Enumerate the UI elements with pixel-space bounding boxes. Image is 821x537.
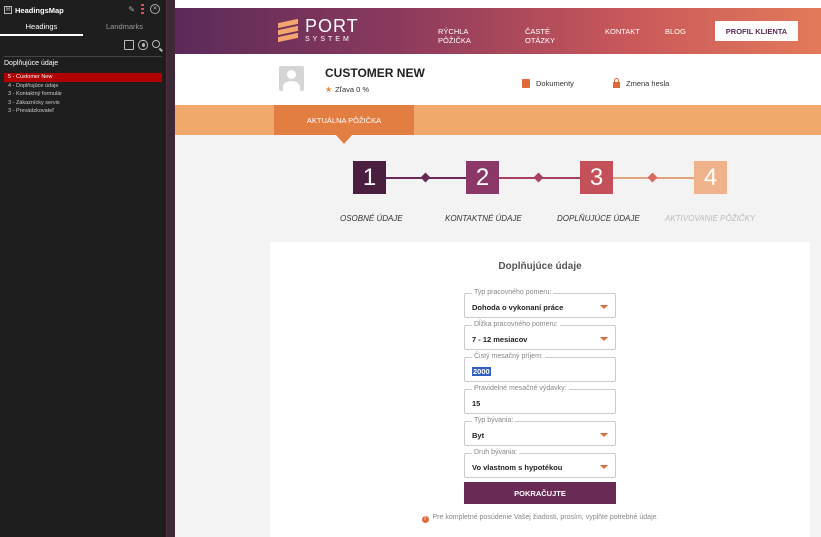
pin-icon[interactable]: ✎ bbox=[128, 5, 135, 14]
step-number-3: 3 bbox=[580, 161, 613, 194]
step-connector-dot bbox=[647, 172, 658, 183]
sidebar-tabs: Headings Landmarks bbox=[0, 20, 166, 36]
field-label: Dĺžka pracovného pomeru: bbox=[472, 321, 560, 329]
tab-headings[interactable]: Headings bbox=[0, 20, 83, 36]
caret-down-icon bbox=[600, 465, 608, 469]
field-value: 15 bbox=[472, 399, 481, 408]
nav-link-quick-loan[interactable]: RÝCHLA PÔŽIČKA bbox=[438, 27, 471, 45]
brand-name: PORT bbox=[305, 16, 359, 36]
field-value: 7 - 12 mesiacov bbox=[472, 335, 528, 344]
tab-landmarks[interactable]: Landmarks bbox=[83, 20, 166, 36]
nav-link-blog[interactable]: BLOG bbox=[665, 27, 686, 36]
field-value: Byt bbox=[472, 431, 485, 440]
housing-type-select[interactable]: Typ bývania: Byt bbox=[464, 417, 616, 446]
change-password-link[interactable]: Zmena hesla bbox=[613, 78, 670, 88]
monthly-expenses-input[interactable]: Pravidelné mesačné výdavky: 15 bbox=[464, 385, 616, 414]
step-connector-dot bbox=[533, 172, 544, 183]
field-label: Čistý mesačný príjem: bbox=[472, 353, 545, 361]
form-note-text: Pre kompletné posúdenie Vašej žiadosti, … bbox=[432, 514, 659, 521]
nav-link-contact[interactable]: KONTAKT bbox=[605, 27, 640, 36]
discount-badge: ★ Zľava 0 % bbox=[325, 85, 369, 94]
field-value: Vo vlastnom s hypotékou bbox=[472, 463, 563, 472]
headingsmap-sidebar: H HeadingsMap ✎ ✕ Headings Landmarks Dop… bbox=[0, 0, 166, 537]
form-title: Doplňujúce údaje bbox=[498, 261, 582, 272]
discount-text: Zľava 0 % bbox=[335, 85, 370, 94]
step-connector-dot bbox=[420, 172, 431, 183]
document-icon[interactable] bbox=[124, 40, 134, 50]
website-viewport: PORT SYSTEM RÝCHLA PÔŽIČKA ČASTÉ OTÁZKY … bbox=[175, 8, 821, 537]
sidebar-tools bbox=[124, 40, 160, 50]
headings-list: 5 - Customer New 4 - Doplňujúce údaje 3 … bbox=[4, 73, 162, 116]
tab-bar: AKTUÁLNA PÔŽIČKA bbox=[175, 105, 821, 144]
continue-button[interactable]: POKRAČUJTE bbox=[464, 482, 616, 504]
sidebar-divider bbox=[4, 56, 162, 57]
brand-subtitle: SYSTEM bbox=[305, 36, 352, 43]
heading-item[interactable]: 3 - Zákaznícky servis bbox=[4, 99, 162, 108]
brand-text: PORT SYSTEM bbox=[305, 17, 359, 43]
heading-item[interactable]: 3 - Prevádzkovateľ bbox=[4, 107, 162, 116]
sidebar-resize-handle[interactable] bbox=[166, 0, 175, 537]
heading-item[interactable]: 5 - Customer New bbox=[4, 73, 162, 82]
housing-kind-select[interactable]: Druh bývania: Vo vlastnom s hypotékou bbox=[464, 449, 616, 478]
documents-link[interactable]: Dokumenty bbox=[522, 79, 574, 88]
net-income-input[interactable]: Čistý mesačný príjem: 2000 bbox=[464, 353, 616, 382]
sidebar-title: HeadingsMap bbox=[15, 5, 64, 15]
step-number-4: 4 bbox=[694, 161, 727, 194]
menu-icon[interactable] bbox=[141, 4, 144, 14]
step-label-activation: AKTIVOVANIE PÔŽIČKY bbox=[665, 214, 756, 223]
caret-down-icon bbox=[600, 337, 608, 341]
avatar bbox=[279, 66, 304, 91]
sidebar-controls: ✎ ✕ bbox=[128, 3, 160, 15]
eye-icon[interactable] bbox=[138, 40, 148, 50]
documents-label: Dokumenty bbox=[536, 79, 574, 88]
field-label: Pravidelné mesačné výdavky: bbox=[472, 385, 569, 393]
field-label: Typ pracovného pomeru: bbox=[472, 289, 554, 297]
close-icon[interactable]: ✕ bbox=[150, 4, 160, 14]
lock-icon bbox=[613, 78, 620, 88]
app-window: H HeadingsMap ✎ ✕ Headings Landmarks Dop… bbox=[0, 0, 821, 537]
star-icon: ★ bbox=[325, 85, 333, 94]
sidebar-header: H HeadingsMap bbox=[4, 3, 64, 17]
tab-current-loan[interactable]: AKTUÁLNA PÔŽIČKA bbox=[274, 105, 414, 144]
progress-steps: 1 2 3 4 OSOBNÉ ÚDAJE KONTAKTNÉ ÚDAJE DOP… bbox=[175, 135, 821, 240]
heading-item[interactable]: 4 - Doplňujúce údaje bbox=[4, 82, 162, 91]
step-label-contact: KONTAKTNÉ ÚDAJE bbox=[445, 214, 522, 223]
headingsmap-logo-icon: H bbox=[4, 6, 12, 14]
brand-logo[interactable]: PORT SYSTEM bbox=[278, 17, 359, 43]
top-navigation-bar: PORT SYSTEM RÝCHLA PÔŽIČKA ČASTÉ OTÁZKY … bbox=[175, 8, 821, 54]
step-number-1: 1 bbox=[353, 161, 386, 194]
search-icon[interactable] bbox=[152, 40, 160, 48]
document-icon bbox=[522, 79, 530, 88]
form-card: Doplňujúce údaje Typ pracovného pomeru: … bbox=[270, 242, 810, 537]
employment-type-select[interactable]: Typ pracovného pomeru: Dohoda o vykonaní… bbox=[464, 289, 616, 318]
caret-down-icon bbox=[600, 305, 608, 309]
form-note: ! Pre kompletné posúdenie Vašej žiadosti,… bbox=[270, 514, 810, 523]
profile-button[interactable]: PROFIL KLIENTA bbox=[715, 21, 798, 41]
user-name: CUSTOMER NEW bbox=[325, 66, 425, 80]
sidebar-section-title: Doplňujúce údaje bbox=[4, 60, 59, 67]
heading-item[interactable]: 3 - Kontaktný formulár bbox=[4, 90, 162, 99]
field-value: 2000 bbox=[472, 367, 491, 376]
caret-down-icon bbox=[600, 433, 608, 437]
info-icon: ! bbox=[421, 516, 429, 523]
user-info-bar: CUSTOMER NEW ★ Zľava 0 % Dokumenty Zmena… bbox=[175, 54, 821, 105]
step-number-2: 2 bbox=[466, 161, 499, 194]
step-label-personal: OSOBNÉ ÚDAJE bbox=[340, 214, 403, 223]
brand-mark-icon bbox=[278, 18, 298, 43]
step-label-additional: DOPLŇUJÚCE ÚDAJE bbox=[557, 214, 640, 223]
field-label: Druh bývania: bbox=[472, 449, 520, 457]
nav-link-faq[interactable]: ČASTÉ OTÁZKY bbox=[525, 27, 555, 45]
change-password-label: Zmena hesla bbox=[626, 79, 670, 88]
field-label: Typ bývania: bbox=[472, 417, 516, 425]
field-value: Dohoda o vykonaní práce bbox=[472, 303, 564, 312]
employment-length-select[interactable]: Dĺžka pracovného pomeru: 7 - 12 mesiacov bbox=[464, 321, 616, 350]
